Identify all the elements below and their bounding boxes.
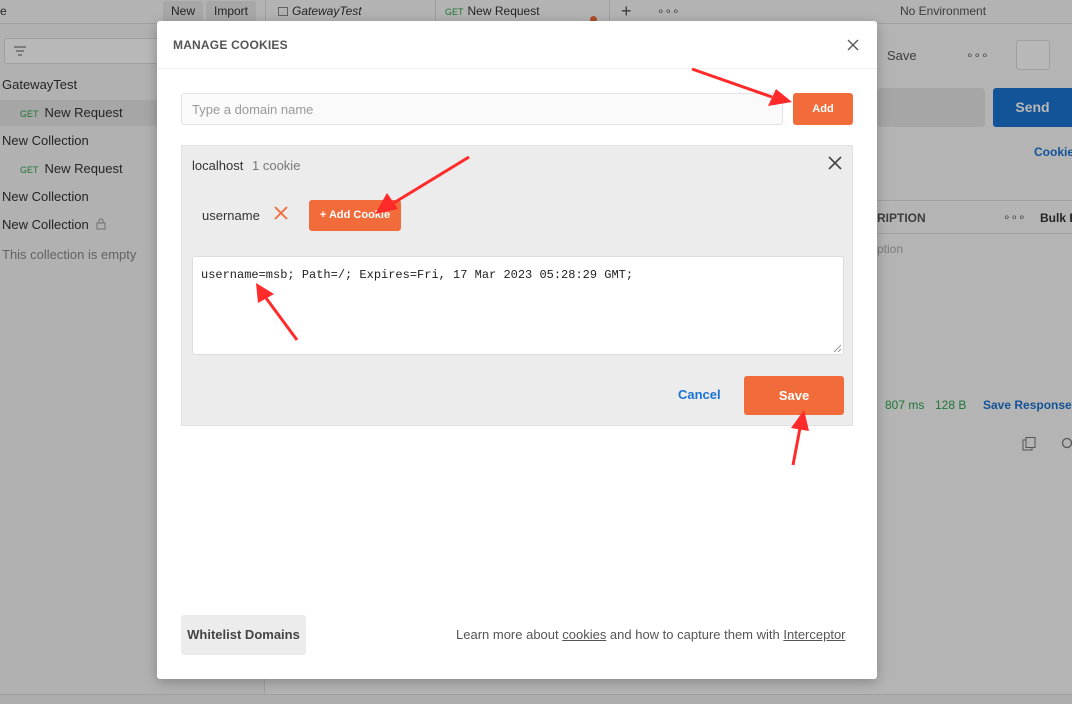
footer-middle: and how to capture them with [606, 627, 784, 642]
domain-panel: localhost 1 cookie username + Add Cookie… [181, 145, 853, 426]
cookies-doc-link[interactable]: cookies [562, 627, 606, 642]
domain-input[interactable] [181, 93, 783, 125]
interceptor-link[interactable]: Interceptor [783, 627, 845, 642]
cookie-editor[interactable]: username=msb; Path=/; Expires=Fri, 17 Ma… [192, 256, 844, 355]
dialog-header: MANAGE COOKIES [157, 21, 877, 69]
resize-grip-icon[interactable] [832, 343, 842, 353]
whitelist-domains-button[interactable]: Whitelist Domains [181, 615, 306, 655]
add-domain-button[interactable]: Add [793, 93, 853, 125]
footer-note: Learn more about cookies and how to capt… [456, 627, 846, 642]
cookie-count: 1 cookie [252, 158, 301, 173]
domain-name: localhost [192, 158, 244, 173]
add-cookie-button[interactable]: + Add Cookie [309, 200, 401, 231]
remove-cookie-icon[interactable] [274, 206, 288, 220]
footer-prefix: Learn more about [456, 627, 563, 642]
remove-domain-icon[interactable] [828, 156, 842, 170]
save-cookie-button[interactable]: Save [744, 376, 844, 415]
manage-cookies-dialog: MANAGE COOKIES Add localhost 1 cookie us… [157, 21, 877, 679]
cookie-chip[interactable]: username [202, 208, 260, 223]
close-icon[interactable] [845, 37, 861, 53]
dialog-title: MANAGE COOKIES [173, 38, 288, 52]
cancel-button[interactable]: Cancel [678, 387, 721, 402]
